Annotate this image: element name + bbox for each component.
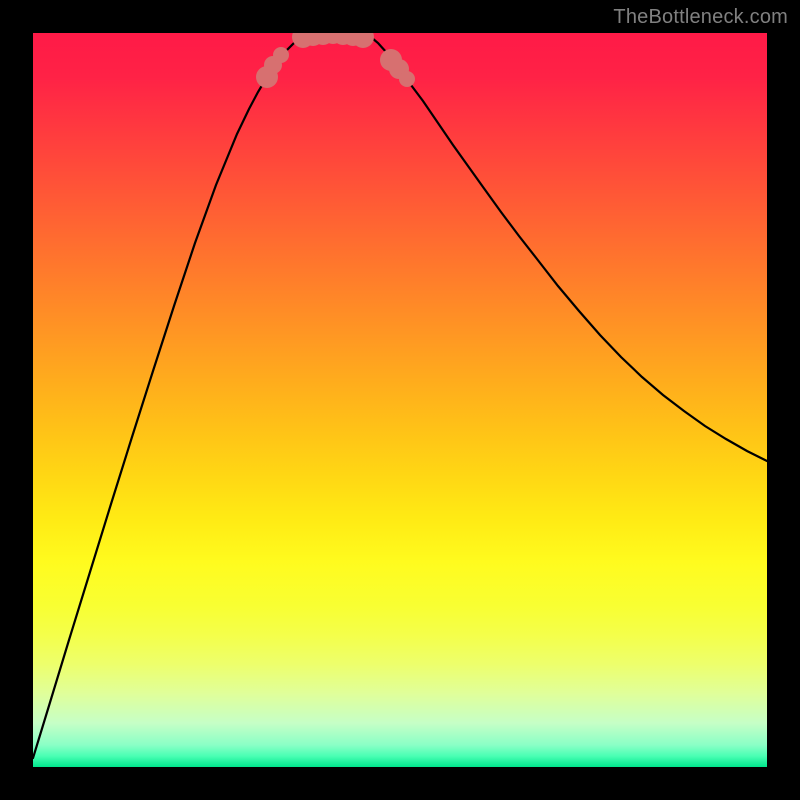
watermark-text: TheBottleneck.com xyxy=(613,6,788,29)
marker-point xyxy=(399,71,415,87)
plot-area xyxy=(33,33,767,767)
marker-point xyxy=(273,47,289,63)
outer-frame: TheBottleneck.com xyxy=(0,0,800,800)
chart-svg xyxy=(33,33,767,767)
